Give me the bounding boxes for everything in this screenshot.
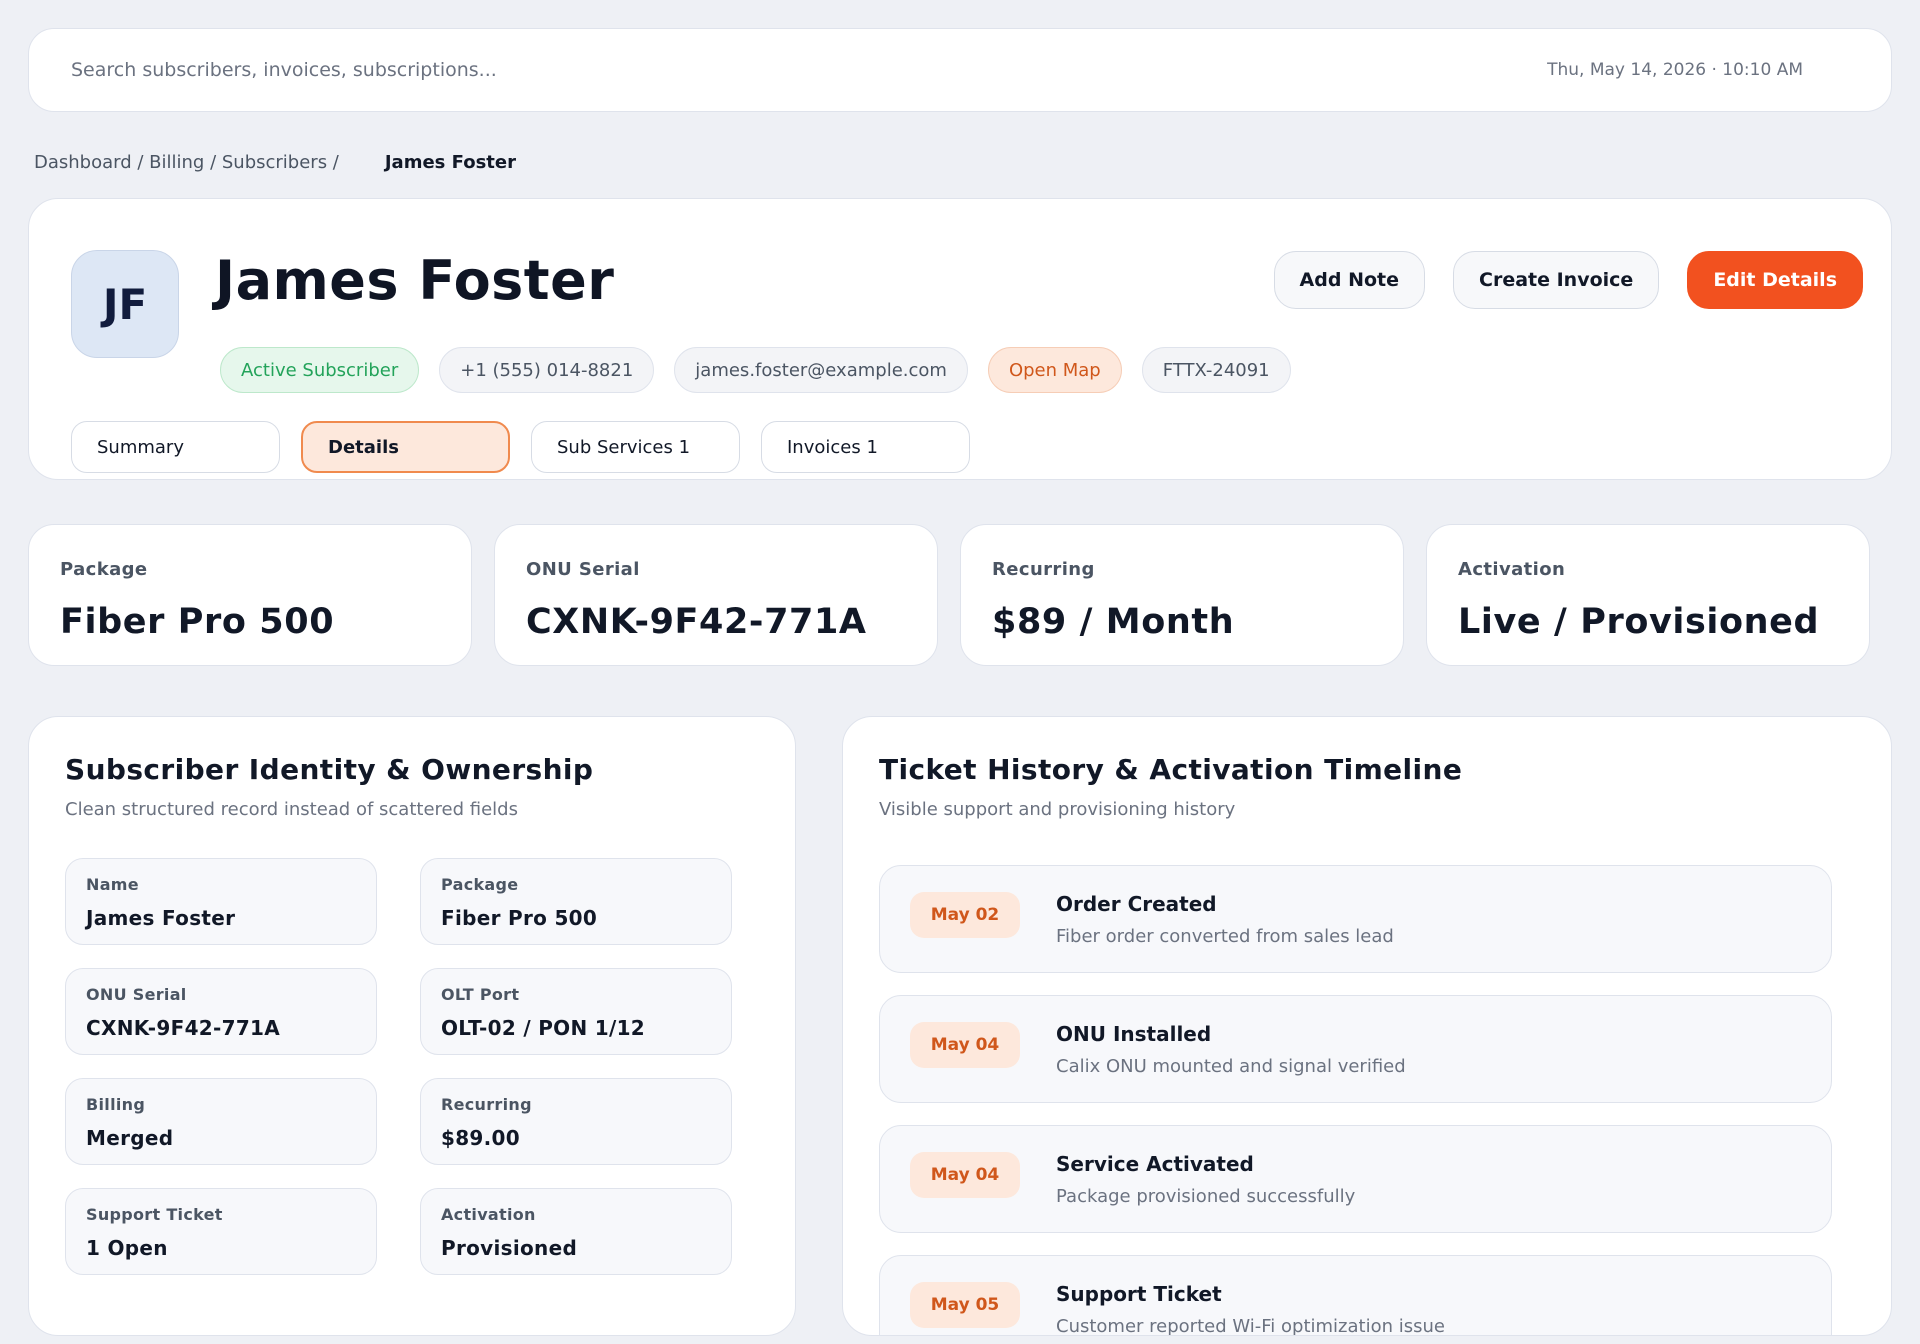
event-date-badge: May 04 <box>910 1152 1020 1198</box>
field-value: CXNK-9F42-771A <box>86 1016 281 1040</box>
field-value: Merged <box>86 1126 174 1150</box>
field-value: 1 Open <box>86 1236 168 1260</box>
field-value: James Foster <box>86 906 236 930</box>
event-description: Package provisioned successfully <box>1056 1186 1356 1207</box>
field-label: Recurring <box>441 1095 532 1114</box>
stat-card-recurring: Recurring $89 / Month <box>960 524 1404 666</box>
field-value: $89.00 <box>441 1126 520 1150</box>
subscriber-name: James Foster <box>215 249 615 312</box>
stat-label: ONU Serial <box>526 559 640 580</box>
field-value: Provisioned <box>441 1236 578 1260</box>
create-invoice-button[interactable]: Create Invoice <box>1453 251 1660 309</box>
subscriber-profile-card: JF James Foster Active Subscriber +1 (55… <box>28 198 1892 480</box>
tab-sub-services[interactable]: Sub Services 1 <box>531 421 740 473</box>
field-label: Support Ticket <box>86 1205 223 1224</box>
timeline-event[interactable]: May 04 ONU Installed Calix ONU mounted a… <box>879 995 1832 1103</box>
panel-subtitle: Visible support and provisioning history <box>879 799 1236 820</box>
field-name: Name James Foster <box>65 858 377 945</box>
event-description: Calix ONU mounted and signal verified <box>1056 1056 1406 1077</box>
event-title: Service Activated <box>1056 1152 1254 1176</box>
stat-card-package: Package Fiber Pro 500 <box>28 524 472 666</box>
field-value: Fiber Pro 500 <box>441 906 598 930</box>
field-activation: Activation Provisioned <box>420 1188 732 1275</box>
panel-title: Ticket History & Activation Timeline <box>879 753 1463 786</box>
phone-chip[interactable]: +1 (555) 014-8821 <box>439 347 655 393</box>
stat-card-onu-serial: ONU Serial CXNK-9F42-771A <box>494 524 938 666</box>
stat-label: Recurring <box>992 559 1095 580</box>
email-chip[interactable]: james.foster@example.com <box>674 347 968 393</box>
field-recurring: Recurring $89.00 <box>420 1078 732 1165</box>
timeline-event[interactable]: May 05 Support Ticket Customer reported … <box>879 1255 1832 1336</box>
top-search-bar: Search subscribers, invoices, subscripti… <box>28 28 1892 112</box>
panel-title: Subscriber Identity & Ownership <box>65 753 594 786</box>
avatar: JF <box>71 250 179 358</box>
stat-label: Package <box>60 559 148 580</box>
stat-label: Activation <box>1458 559 1566 580</box>
tab-details[interactable]: Details <box>301 421 510 473</box>
tab-summary[interactable]: Summary <box>71 421 280 473</box>
field-label: Name <box>86 875 139 894</box>
stat-value: Live / Provisioned <box>1458 602 1820 642</box>
field-onu-serial: ONU Serial CXNK-9F42-771A <box>65 968 377 1055</box>
stat-value: CXNK-9F42-771A <box>526 602 867 642</box>
identity-fields: Name James Foster Package Fiber Pro 500 … <box>65 858 732 1275</box>
timeline-event[interactable]: May 04 Service Activated Package provisi… <box>879 1125 1832 1233</box>
event-title: Support Ticket <box>1056 1282 1222 1306</box>
field-label: ONU Serial <box>86 985 187 1004</box>
field-olt-port: OLT Port OLT-02 / PON 1/12 <box>420 968 732 1055</box>
subscriber-chips: Active Subscriber +1 (555) 014-8821 jame… <box>220 347 1291 393</box>
account-id-chip: FTTX-24091 <box>1141 347 1291 393</box>
event-date-badge: May 02 <box>910 892 1020 938</box>
field-label: Package <box>441 875 519 894</box>
profile-actions: Add Note Create Invoice Edit Details <box>1273 251 1863 309</box>
timeline-list: May 02 Order Created Fiber order convert… <box>879 865 1832 1336</box>
timeline-event[interactable]: May 02 Order Created Fiber order convert… <box>879 865 1832 973</box>
current-datetime: Thu, May 14, 2026 · 10:10 AM <box>1547 60 1803 80</box>
add-note-button[interactable]: Add Note <box>1273 251 1425 309</box>
panel-subtitle: Clean structured record instead of scatt… <box>65 799 518 820</box>
profile-tabs: Summary Details Sub Services 1 Invoices … <box>71 421 970 473</box>
status-badge: Active Subscriber <box>220 347 420 393</box>
event-date-badge: May 04 <box>910 1022 1020 1068</box>
event-description: Fiber order converted from sales lead <box>1056 926 1394 947</box>
breadcrumb: Dashboard / Billing / Subscribers / Jame… <box>34 152 516 173</box>
timeline-panel: Ticket History & Activation Timeline Vis… <box>842 716 1892 1336</box>
field-billing: Billing Merged <box>65 1078 377 1165</box>
stat-value: $89 / Month <box>992 602 1235 642</box>
field-label: Activation <box>441 1205 536 1224</box>
field-label: OLT Port <box>441 985 520 1004</box>
identity-panel: Subscriber Identity & Ownership Clean st… <box>28 716 796 1336</box>
event-date-badge: May 05 <box>910 1282 1020 1328</box>
breadcrumb-current: James Foster <box>384 152 516 173</box>
stat-cards: Package Fiber Pro 500 ONU Serial CXNK-9F… <box>28 524 1870 666</box>
event-title: ONU Installed <box>1056 1022 1212 1046</box>
stat-card-activation: Activation Live / Provisioned <box>1426 524 1870 666</box>
field-label: Billing <box>86 1095 146 1114</box>
search-input[interactable]: Search subscribers, invoices, subscripti… <box>71 59 497 81</box>
event-description: Customer reported Wi-Fi optimization iss… <box>1056 1316 1445 1336</box>
event-title: Order Created <box>1056 892 1217 916</box>
tab-invoices[interactable]: Invoices 1 <box>761 421 970 473</box>
field-support-ticket: Support Ticket 1 Open <box>65 1188 377 1275</box>
edit-details-button[interactable]: Edit Details <box>1687 251 1863 309</box>
field-value: OLT-02 / PON 1/12 <box>441 1016 646 1040</box>
breadcrumb-path[interactable]: Dashboard / Billing / Subscribers / <box>34 152 339 173</box>
field-package: Package Fiber Pro 500 <box>420 858 732 945</box>
stat-value: Fiber Pro 500 <box>60 602 335 642</box>
open-map-button[interactable]: Open Map <box>987 347 1122 393</box>
